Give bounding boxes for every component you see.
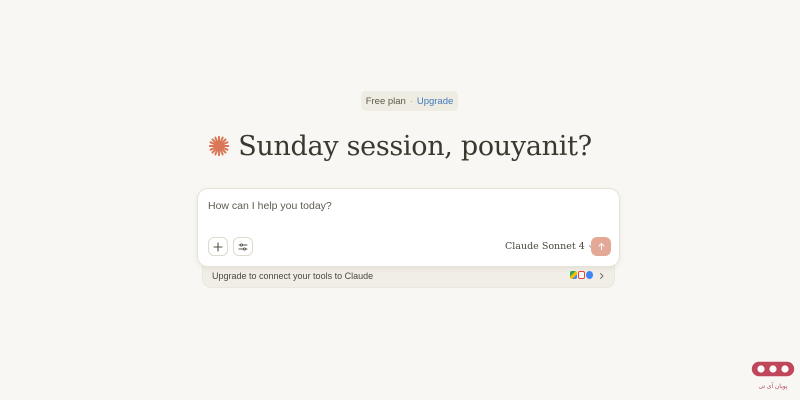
plan-separator: · [409, 96, 413, 106]
drive-icon [570, 271, 577, 279]
model-selector[interactable]: Claude Sonnet 4 [505, 241, 595, 252]
chat-composer[interactable]: How can I help you today? Claude Sonnet … [197, 188, 620, 267]
add-button[interactable] [208, 237, 228, 256]
connect-tools-text: Upgrade to connect your tools to Claude [212, 271, 374, 281]
plus-icon [213, 241, 223, 252]
prompt-input[interactable]: How can I help you today? [208, 200, 332, 212]
watermark-logo [751, 361, 795, 377]
watermark: پویان آی تی [751, 361, 795, 391]
arrow-up-icon [597, 242, 605, 251]
claude-spark-icon [209, 135, 230, 157]
calendar-icon [586, 271, 593, 279]
connect-tools-banner[interactable]: Upgrade to connect your tools to Claude [202, 264, 615, 288]
connector-icons [570, 271, 593, 279]
plan-badge: Free plan · Upgrade [361, 91, 458, 111]
model-name: Claude Sonnet 4 [505, 241, 585, 252]
sliders-icon [238, 242, 248, 251]
tools-button[interactable] [233, 237, 253, 256]
chevron-right-icon [600, 273, 604, 279]
gmail-icon [578, 271, 585, 279]
greeting-title: Sunday session, pouyanit? [238, 130, 592, 162]
plan-label: Free plan [365, 95, 406, 107]
watermark-text: پویان آی تی [758, 384, 788, 390]
send-button[interactable] [591, 237, 611, 256]
upgrade-link[interactable]: Upgrade [417, 96, 453, 107]
greeting: Sunday session, pouyanit? [0, 126, 800, 166]
